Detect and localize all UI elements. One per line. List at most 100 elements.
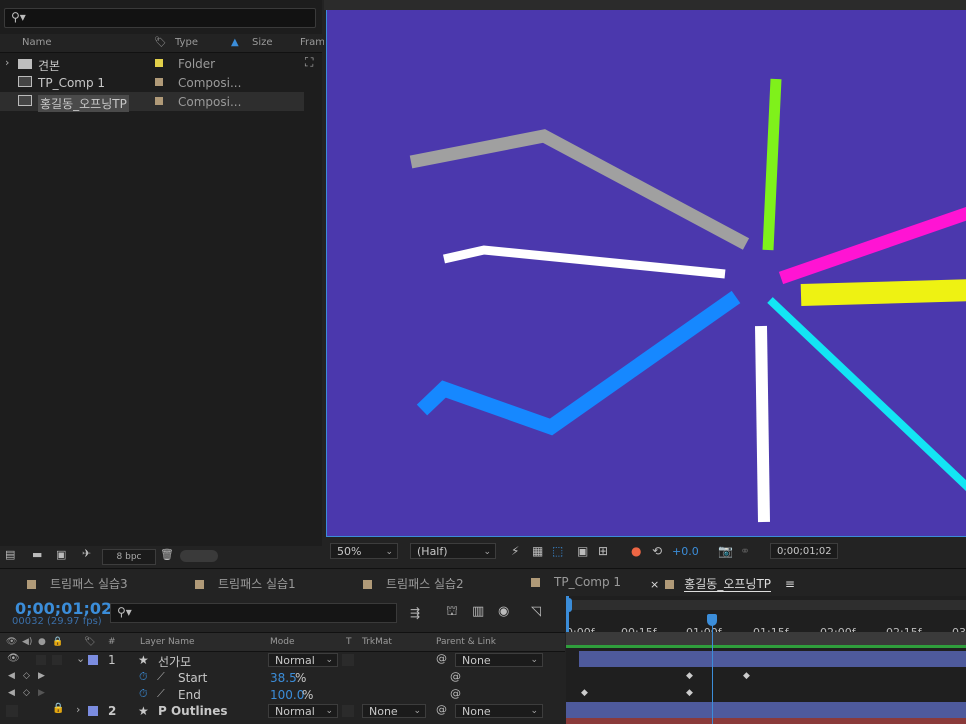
label-tag-icon[interactable]: 🏷 [154, 37, 167, 48]
layer-row[interactable]: 🔒 › 2 ★ P Outlines Normal ⌄ None ⌄ @ None ⌄ [0, 702, 565, 719]
chevron-right-icon[interactable]: › [5, 56, 9, 69]
label-swatch[interactable] [155, 59, 163, 67]
timeline-track-area[interactable]: 0:00f 00:15f 01:00f 01:15f 02:00f 02:15f… [566, 596, 966, 724]
snapshot-icon[interactable]: 📷 [718, 544, 733, 558]
exposure-value[interactable]: +0.0 [672, 545, 699, 558]
property-value[interactable]: 38.5 [270, 671, 297, 685]
expression-pickwhip-icon[interactable]: @ [450, 687, 461, 700]
close-icon[interactable]: × [650, 578, 659, 591]
mode-dropdown[interactable]: Normal ⌄ [268, 704, 338, 718]
chevron-down-icon[interactable]: ⌄ [76, 652, 85, 665]
tab-tp-comp-1[interactable]: TP_Comp 1 [531, 575, 621, 589]
new-folder-icon[interactable]: ▬ [32, 548, 42, 561]
scrollbar[interactable] [180, 550, 218, 562]
column-mode[interactable]: Mode [270, 637, 295, 647]
preview-icon[interactable]: ⚡ [511, 544, 519, 558]
playhead-line[interactable] [712, 616, 713, 724]
column-name[interactable]: Name [22, 37, 52, 48]
label-tag-icon[interactable]: 🏷 [84, 637, 95, 647]
prev-keyframe-icon[interactable]: ◀ [8, 671, 15, 681]
graph-editor-icon[interactable]: ◹ [531, 604, 541, 619]
region-icon[interactable]: ▣ [577, 544, 588, 558]
layer-3-bar[interactable] [566, 718, 966, 724]
graph-icon[interactable]: ⟋ [157, 670, 165, 684]
column-parent[interactable]: Parent & Link [436, 637, 496, 647]
lock-toggle[interactable] [52, 655, 62, 665]
column-number[interactable]: # [108, 637, 116, 647]
layer-1-bar[interactable] [579, 651, 966, 667]
layer-2-bar[interactable] [566, 702, 966, 718]
preserve-transparency-toggle[interactable] [342, 705, 354, 717]
bit-depth-button[interactable]: 8 bpc [102, 549, 156, 565]
parent-dropdown[interactable]: None ⌄ [455, 704, 543, 718]
project-item-comp[interactable]: TP_Comp 1 Composi... [0, 73, 304, 92]
transparency-grid-icon[interactable]: ▦ [532, 544, 543, 558]
solo-toggle[interactable] [36, 655, 46, 665]
channel-icon[interactable]: ● [631, 544, 641, 558]
layer-name[interactable]: P Outlines [158, 704, 228, 718]
expression-pickwhip-icon[interactable]: @ [450, 670, 461, 683]
playhead-handle[interactable] [707, 614, 717, 626]
timeline-search-input[interactable]: ⚲▾ [110, 603, 397, 623]
visibility-eye-icon[interactable]: 👁 [7, 653, 20, 664]
menu-icon[interactable]: ≡ [785, 577, 795, 591]
column-size[interactable]: Size [252, 37, 273, 48]
project-item-folder[interactable]: › 견본 Folder ⛶ [0, 54, 313, 73]
prev-keyframe-icon[interactable]: ◀ [8, 688, 15, 698]
zoom-dropdown[interactable]: 50% ⌄ [330, 543, 398, 559]
resolution-dropdown[interactable]: (Half) ⌄ [410, 543, 496, 559]
keyframe-icon[interactable]: ◆ [743, 671, 750, 681]
mask-visibility-icon[interactable]: ⬚ [552, 544, 563, 558]
add-keyframe-icon[interactable]: ◇ [23, 688, 30, 698]
eye-icon[interactable]: 👁 [6, 637, 17, 647]
stopwatch-icon[interactable]: ⏱ [139, 670, 148, 684]
color-management-icon[interactable]: ⟲ [652, 544, 662, 558]
work-area-bar[interactable] [566, 600, 966, 610]
property-row-end[interactable]: ◀ ◇ ▶ ⏱ ⟋ End 100.0 % @ [0, 686, 565, 703]
project-search-input[interactable]: ⚲▾ [4, 8, 316, 28]
shy-layers-icon[interactable]: ⛫ [446, 604, 458, 621]
solo-icon[interactable]: ● [38, 637, 46, 647]
flowchart-icon[interactable]: ⛶ [305, 55, 313, 70]
layer-name[interactable]: 선가모 [158, 653, 191, 670]
motion-blur-icon[interactable]: ◉ [498, 604, 509, 619]
keyframe-icon[interactable]: ◆ [686, 688, 693, 698]
show-snapshot-icon[interactable]: ⚭ [740, 544, 750, 558]
keyframe-icon[interactable]: ◆ [686, 671, 693, 681]
trash-icon[interactable]: 🗑 [160, 548, 174, 561]
composition-flowchart-icon[interactable]: ⇶ [410, 606, 420, 620]
lock-icon[interactable]: 🔒 [52, 637, 63, 647]
next-keyframe-icon[interactable]: ▶ [38, 688, 45, 698]
layer-label-color[interactable] [88, 706, 98, 716]
add-keyframe-icon[interactable]: ◇ [23, 671, 30, 681]
parent-dropdown[interactable]: None ⌄ [455, 653, 543, 667]
layer-label-color[interactable] [88, 655, 98, 665]
audio-icon[interactable]: ◀) [22, 637, 32, 647]
frame-blending-icon[interactable]: ▥ [472, 604, 484, 619]
column-layer-name[interactable]: Layer Name [140, 637, 195, 647]
visibility-toggle[interactable] [6, 705, 18, 717]
mode-dropdown[interactable]: Normal ⌄ [268, 653, 338, 667]
tab-trimpath-1[interactable]: 트림패스 실습1 [195, 575, 296, 592]
chevron-right-icon[interactable]: › [76, 703, 80, 716]
property-value[interactable]: 100.0 [270, 688, 304, 702]
project-item-comp-selected[interactable]: 홍길동_오프닝TP Composi... [0, 92, 304, 112]
graph-icon[interactable]: ⟋ [157, 687, 165, 701]
guides-icon[interactable]: ⊞ [598, 544, 608, 558]
viewer-timecode[interactable]: 0;00;01;02 [770, 543, 838, 559]
column-t[interactable]: T [346, 637, 352, 647]
keyframe-icon[interactable]: ◆ [581, 688, 588, 698]
column-type[interactable]: Type [175, 37, 198, 48]
column-frame[interactable]: Fram [300, 37, 325, 48]
time-ruler[interactable]: 0:00f 00:15f 01:00f 01:15f 02:00f 02:15f… [566, 610, 966, 639]
render-icon[interactable]: ✈ [82, 547, 91, 560]
next-keyframe-icon[interactable]: ▶ [38, 671, 45, 681]
column-trkmat[interactable]: TrkMat [362, 637, 392, 647]
label-swatch[interactable] [155, 97, 163, 105]
stopwatch-icon[interactable]: ⏱ [139, 687, 148, 701]
layer-row[interactable]: 👁 ⌄ 1 ★ 선가모 Normal ⌄ @ None ⌄ [0, 651, 565, 670]
new-composition-icon[interactable]: ▣ [56, 548, 66, 561]
tab-trimpath-2[interactable]: 트림패스 실습2 [363, 575, 464, 592]
property-row-start[interactable]: ◀ ◇ ▶ ⏱ ⟋ Start 38.5 % @ [0, 669, 565, 686]
preserve-transparency-toggle[interactable] [342, 654, 354, 666]
